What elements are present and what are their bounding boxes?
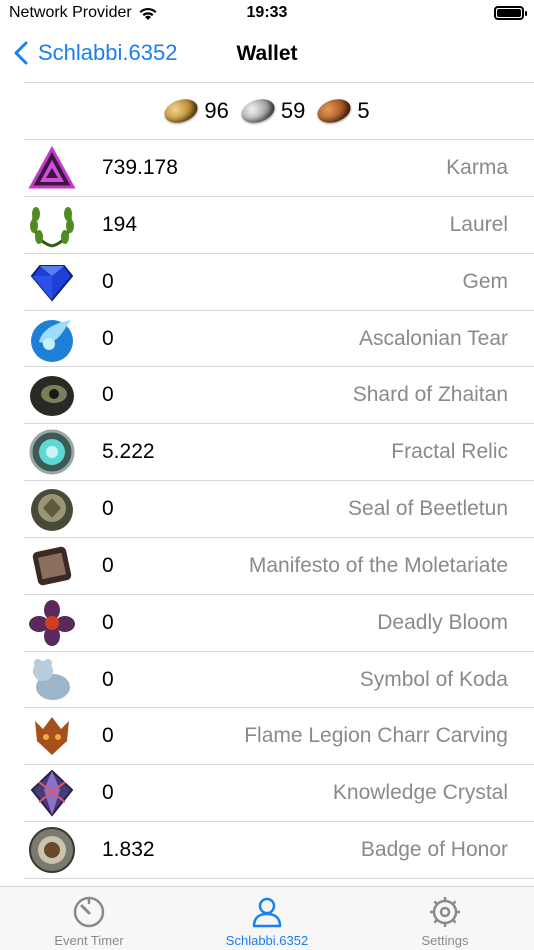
list-item[interactable]: 1.832 Badge of Honor [24,822,534,879]
tab-bar: Event Timer Schlabbi.6352 Settings [0,886,534,950]
symbol-of-koda-icon [26,655,78,705]
person-icon [252,897,282,928]
tab-settings[interactable]: Settings [356,887,534,950]
knowledge-crystal-icon [26,768,78,818]
currency-value: 0 [102,610,114,634]
charr-carving-icon [26,711,78,761]
gold-amount: 96 [204,98,229,123]
manifesto-icon [26,541,78,591]
seal-of-beetletun-icon [26,484,78,534]
currency-value: 0 [102,553,114,577]
currency-name: Shard of Zhaitan [352,383,508,407]
karma-icon [26,143,78,193]
fractal-relic-icon [26,427,78,477]
currency-name: Deadly Bloom [377,610,508,634]
copper-coin-balance: 5 [314,95,370,127]
list-item-partial[interactable] [24,879,534,886]
battery-icon [494,6,527,20]
currency-value: 1.832 [102,838,155,862]
currency-value: 0 [102,724,114,748]
currency-name: Laurel [449,212,508,236]
list-item[interactable]: 0 Shard of Zhaitan [24,367,534,425]
currency-name: Seal of Beetletun [348,497,508,521]
tab-account[interactable]: Schlabbi.6352 [178,887,356,950]
currency-name: Manifesto of the Moletariate [248,553,508,577]
list-item[interactable]: 0 Knowledge Crystal [24,765,534,823]
gold-coin-balance: 96 [161,95,229,127]
currency-name: Knowledge Crystal [332,781,508,805]
copper-coin-icon [314,95,354,127]
silver-coin-balance: 59 [238,95,306,127]
list-item[interactable]: 0 Symbol of Koda [24,652,534,709]
currency-name: Fractal Relic [391,440,508,464]
currency-value: 0 [102,497,114,521]
copper-amount: 5 [357,98,370,123]
currency-name: Karma [446,156,508,179]
list-item[interactable]: 194 Laurel [24,197,534,254]
currency-value: 194 [102,212,138,236]
gem-icon [26,257,78,307]
badge-of-honor-icon [26,825,78,875]
shard-of-zhaitan-icon [26,370,78,420]
currency-value: 0 [102,383,114,407]
navigation-bar: Schlabbi.6352 Wallet [0,28,534,82]
currency-name: Symbol of Koda [359,667,508,691]
currency-value: 5.222 [102,440,155,464]
page-title: Wallet [236,42,298,65]
currency-value: 0 [102,269,114,293]
status-bar: Network Provider 19:33 [0,0,534,28]
clock: 19:33 [246,4,288,21]
currency-value: 0 [102,781,114,805]
currency-value: 739.178 [102,156,178,179]
currency-name: Ascalonian Tear [358,326,508,350]
list-item[interactable]: 5.222 Fractal Relic [24,424,534,482]
timer-icon [73,896,105,928]
tab-label: Schlabbi.6352 [225,933,309,948]
tab-label: Event Timer [54,933,124,948]
list-item[interactable]: 0 Flame Legion Charr Carving [24,708,534,766]
tab-event-timer[interactable]: Event Timer [0,887,178,950]
currency-value: 0 [102,667,114,691]
gold-coin-icon [161,95,201,127]
list-item[interactable]: 0 Seal of Beetletun [24,481,534,538]
ascalonian-tear-icon [26,314,78,364]
laurel-icon [26,200,78,250]
deadly-bloom-icon [26,598,78,648]
tab-label: Settings [421,933,469,948]
currency-name: Flame Legion Charr Carving [244,724,508,748]
silver-coin-icon [238,95,278,127]
coin-balance: 96 59 5 [0,83,534,139]
gear-icon [430,897,460,927]
currency-name: Badge of Honor [360,838,508,862]
list-item[interactable]: 0 Gem [24,254,534,311]
list-item[interactable]: 0 Deadly Bloom [24,595,534,652]
currency-list[interactable]: 739.178 Karma 194 Laurel 0 Gem 0 Ascalon… [0,140,534,886]
currency-value: 0 [102,326,114,350]
list-item[interactable]: 0 Ascalonian Tear [24,311,534,368]
currency-name: Gem [462,269,508,293]
list-item[interactable]: 739.178 Karma [24,140,534,197]
silver-amount: 59 [280,98,306,123]
list-item[interactable]: 0 Manifesto of the Moletariate [24,538,534,595]
